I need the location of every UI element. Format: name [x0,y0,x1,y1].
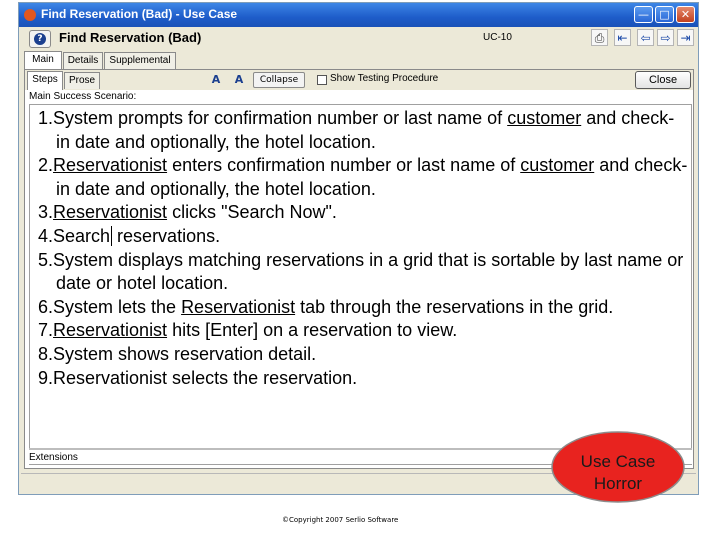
scenario-step: 1.System prompts for confirmation number… [38,107,688,154]
tab-main[interactable]: Main [24,51,62,70]
step-text: 8.System shows reservation detail. [38,343,317,364]
decrease-font-icon[interactable]: A [230,72,248,88]
minimize-button[interactable]: — [634,6,653,23]
collapse-button[interactable]: Collapse [253,72,305,88]
use-case-header: ? Find Reservation (Bad) UC-10 ⎙ ⇤ ⇦ ⇨ ⇥ [21,27,696,51]
increase-font-icon[interactable]: A [207,72,225,88]
use-case-window: Find Reservation (Bad) - Use Case — □ ✕ … [18,2,699,495]
print-icon[interactable]: ⎙ [591,29,608,46]
scenario-step: 7.Reservationist hits [Enter] on a reser… [38,319,688,343]
close-button[interactable]: Close [635,71,691,89]
step-text: 1.System prompts for confirmation number… [38,108,508,128]
show-testing-label: Show Testing Procedure [330,73,439,84]
step-text: tab through the reservations in the grid… [295,296,614,317]
actor-link[interactable]: customer [507,108,581,128]
tab-steps[interactable]: Steps [27,71,63,90]
maximize-button[interactable]: □ [655,6,674,23]
actor-link[interactable]: Reservationist [53,155,167,175]
step-text: clicks "Search Now". [167,202,337,223]
use-case-title: Find Reservation (Bad) [59,30,202,45]
last-icon[interactable]: ⇥ [677,29,694,46]
step-text: 4.Search [38,225,111,246]
step-text: 5.System displays matching reservations … [38,249,684,294]
show-testing-checkbox[interactable] [317,75,327,85]
scenario-step: 6.System lets the Reservationist tab thr… [38,296,688,320]
step-text: 3. [38,202,54,223]
actor-link[interactable]: customer [520,155,594,175]
app-icon [24,9,36,21]
first-icon[interactable]: ⇤ [614,29,631,46]
scenario-step: 5.System displays matching reservations … [38,249,688,296]
badge-line-1: Use Case [580,452,656,471]
extensions-label: Extensions [29,452,78,463]
prev-icon[interactable]: ⇦ [637,29,654,46]
help-button[interactable]: ? [29,30,51,48]
steps-toolbar: Steps Prose A A Collapse Show Testing Pr… [25,70,693,90]
title-bar[interactable]: Find Reservation (Bad) - Use Case — □ ✕ [19,3,698,27]
step-text: enters confirmation number or last name … [167,155,521,176]
scenario-step: 3.Reservationist clicks "Search Now". [38,201,688,225]
copyright-text: ©Copyright 2007 Serlio Software [282,516,399,524]
window-title: Find Reservation (Bad) - Use Case [41,7,238,21]
step-text: 7. [38,320,54,341]
scenario-editor[interactable]: 1.System prompts for confirmation number… [29,104,692,449]
next-icon[interactable]: ⇨ [657,29,674,46]
actor-link[interactable]: Reservationist [53,202,167,222]
tab-details[interactable]: Details [63,52,103,69]
actor-link[interactable]: Reservationist [181,297,295,317]
step-text: 9.Reservationist selects the reservation… [38,367,358,388]
step-text: 2. [38,155,54,176]
actor-link[interactable]: Reservationist [53,320,167,340]
main-panel: Steps Prose A A Collapse Show Testing Pr… [24,69,694,469]
close-window-button[interactable]: ✕ [676,6,695,23]
step-text: reservations. [112,225,221,246]
step-list: 1.System prompts for confirmation number… [38,107,688,390]
tab-supplemental[interactable]: Supplemental [104,52,176,69]
tab-prose[interactable]: Prose [64,72,100,89]
help-icon: ? [34,33,46,45]
scenario-step: 9.Reservationist selects the reservation… [38,367,688,391]
step-text: 6.System lets the [38,296,182,317]
badge-line-2: Horror [593,474,643,493]
use-case-id: UC-10 [483,32,512,43]
step-text: hits [Enter] on a reservation to view. [167,320,458,341]
badge-text: Use Case Horror [550,451,686,495]
scenario-step: 8.System shows reservation detail. [38,343,688,367]
scenario-step: 4.Search reservations. [38,225,688,249]
scenario-step: 2.Reservationist enters confirmation num… [38,154,688,201]
scenario-label: Main Success Scenario: [29,91,137,102]
use-case-horror-badge: Use Case Horror [550,430,686,504]
